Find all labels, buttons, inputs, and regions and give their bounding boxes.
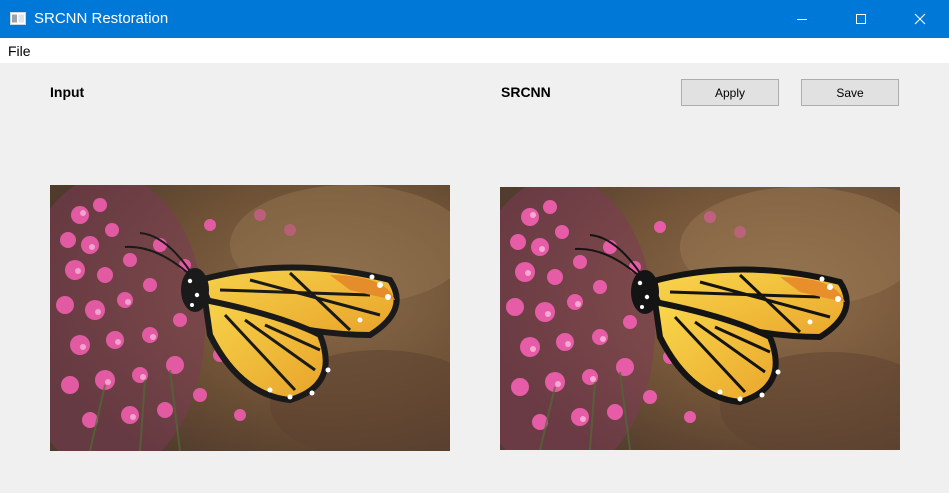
maximize-button[interactable] <box>832 0 890 38</box>
app-icon <box>10 12 26 25</box>
close-button[interactable] <box>891 0 949 38</box>
minimize-icon <box>796 13 808 25</box>
input-image <box>50 185 450 451</box>
menu-file[interactable]: File <box>8 43 31 59</box>
save-button[interactable]: Save <box>801 79 899 106</box>
window-title: SRCNN Restoration <box>34 10 169 27</box>
save-button-label: Save <box>836 85 864 100</box>
input-heading: Input <box>50 84 85 100</box>
srcnn-output-image <box>500 187 900 450</box>
menu-bar: File <box>0 38 949 63</box>
apply-button[interactable]: Apply <box>681 79 779 106</box>
minimize-button[interactable] <box>773 0 831 38</box>
maximize-icon <box>855 13 867 25</box>
srcnn-heading: SRCNN <box>501 84 551 100</box>
close-icon <box>914 13 926 25</box>
apply-button-label: Apply <box>714 85 746 100</box>
title-bar[interactable]: SRCNN Restoration <box>0 0 949 38</box>
